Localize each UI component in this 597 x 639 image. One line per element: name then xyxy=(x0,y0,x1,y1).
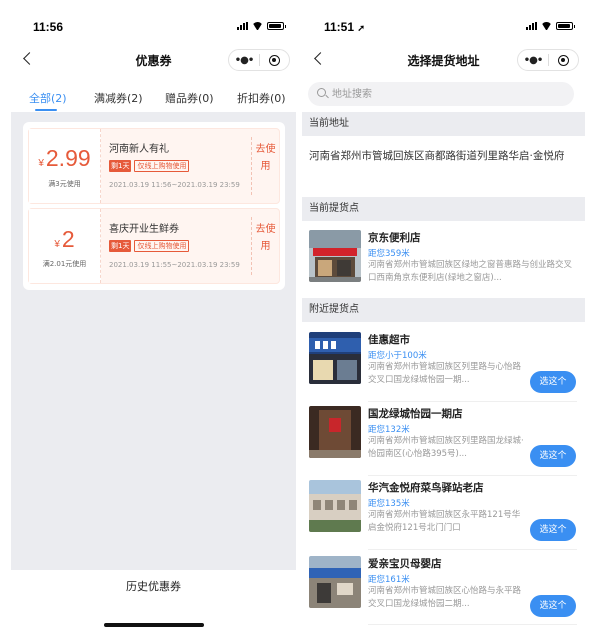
coupon-condition: 满2.01元使用 xyxy=(42,260,87,268)
store-address: 河南省郑州市管城回族区心怡路与永平路交叉口国龙绿城怡园二期... xyxy=(368,586,522,609)
tab-percent-off[interactable]: 折扣券(0) xyxy=(237,90,286,106)
system-icons xyxy=(237,22,286,30)
store-photo xyxy=(309,332,361,384)
close-miniprogram-icon[interactable] xyxy=(549,54,578,66)
coupon-list-panel: ¥2.99 满3元使用 河南新人有礼 剩1天 仅线上购物使用 2021.03.1… xyxy=(11,112,296,570)
miniprogram-capsule: •●• xyxy=(517,49,579,71)
store-name: 京东便利店 xyxy=(368,232,421,244)
status-time: 11:56 xyxy=(33,20,64,34)
coupon-tabs: 全部(2) 满减券(2) 赠品券(0) 折扣券(0) xyxy=(11,82,296,112)
tab-all[interactable]: 全部(2) xyxy=(29,90,67,106)
nearby-store-item[interactable]: 华汽金悦府菜鸟驿站老店 距您135米 河南省郑州市管城回族区永平路121号华启金… xyxy=(302,478,585,550)
use-coupon-button[interactable]: 去使用 xyxy=(251,137,279,195)
coupon-value: 2.99 xyxy=(45,145,91,171)
coupon-tags: 剩1天 仅线上购物使用 xyxy=(109,160,190,172)
battery-icon xyxy=(556,22,575,30)
miniprogram-capsule: •●• xyxy=(228,49,290,71)
store-name: 佳惠超市 xyxy=(368,334,410,346)
list-divider xyxy=(368,624,577,625)
signal-icon xyxy=(526,22,537,30)
store-photo xyxy=(309,230,361,282)
coupon-condition: 满3元使用 xyxy=(48,180,81,188)
battery-icon xyxy=(267,22,286,30)
current-pickup-header: 当前提货点 xyxy=(302,197,585,221)
nearby-pickup-header: 附近提货点 xyxy=(302,298,585,322)
store-distance: 距您359米 xyxy=(368,249,410,259)
nav-bar: 优惠券 •●• xyxy=(11,36,296,82)
store-address: 河南省郑州市管城回族区列里路与心怡路交叉口国龙绿城怡园一期... xyxy=(368,362,522,385)
coupon-card-group: ¥2.99 满3元使用 河南新人有礼 剩1天 仅线上购物使用 2021.03.1… xyxy=(23,122,285,290)
active-tab-indicator xyxy=(35,109,57,111)
coupon-amount: ¥2 xyxy=(29,226,100,253)
store-distance: 距您161米 xyxy=(368,575,410,585)
wifi-icon xyxy=(252,22,263,30)
nearby-store-item[interactable]: 爱亲宝贝母婴店 距您161米 河南省郑州市管城回族区心怡路与永平路交叉口国龙绿城… xyxy=(302,554,585,626)
coupons-screen: 11:56 优惠券 •●• 全部(2) 满减券(2) 赠品券(0) 折扣券(0)… xyxy=(11,0,296,639)
nearby-store-item[interactable]: 国龙绿城怡园一期店 距您132米 河南省郑州市管城回族区列里路国龙绿城·怡园南区… xyxy=(302,404,585,476)
status-time: 11:51 ➚ xyxy=(324,20,365,34)
coupon-amount-box: ¥2.99 满3元使用 xyxy=(29,129,101,203)
store-address: 河南省郑州市管城回族区绿地之窗普惠路与创业路交叉口西南角京东便利店(绿地之窗店)… xyxy=(368,260,573,283)
status-time-text: 11:51 xyxy=(324,20,355,34)
nearby-store-item[interactable]: 佳惠超市 距您小于100米 河南省郑州市管城回族区列里路与心怡路交叉口国龙绿城怡… xyxy=(302,330,585,402)
store-photo xyxy=(309,556,361,608)
currency-symbol: ¥ xyxy=(54,239,60,250)
tab-discount-off[interactable]: 满减券(2) xyxy=(94,90,143,106)
address-search-input[interactable] xyxy=(332,86,562,102)
expiry-badge: 剩1天 xyxy=(109,160,132,172)
coupon-card[interactable]: ¥2 满2.01元使用 喜庆开业生鲜券 剩1天 仅线上购物使用 2021.03.… xyxy=(28,208,280,284)
store-distance: 距您135米 xyxy=(368,499,410,509)
select-store-button[interactable]: 选这个 xyxy=(530,595,576,617)
current-pickup-store[interactable]: 京东便利店 距您359米 河南省郑州市管城回族区绿地之窗普惠路与创业路交叉口西南… xyxy=(302,228,585,300)
store-photo xyxy=(309,480,361,532)
system-icons xyxy=(526,22,575,30)
store-name: 国龙绿城怡园一期店 xyxy=(368,408,463,420)
coupon-validity: 2021.03.19 11:56~2021.03.19 23:59 xyxy=(109,181,240,189)
store-distance: 距您132米 xyxy=(368,425,410,435)
coupon-value: 2 xyxy=(61,226,75,252)
store-name: 爱亲宝贝母婴店 xyxy=(368,558,442,570)
coupon-name: 河南新人有礼 xyxy=(109,144,169,155)
current-address-header: 当前地址 xyxy=(302,112,585,136)
home-indicator xyxy=(103,623,204,627)
select-store-button[interactable]: 选这个 xyxy=(530,519,576,541)
currency-symbol: ¥ xyxy=(38,158,44,169)
coupon-amount: ¥2.99 xyxy=(29,145,100,172)
store-address: 河南省郑州市管城回族区列里路国龙绿城·怡园南区(心怡路395号)... xyxy=(368,436,524,459)
wifi-icon xyxy=(541,22,552,30)
list-divider xyxy=(368,475,577,476)
store-address: 河南省郑州市管城回族区永平路121号华启金悦府121号北门门口 xyxy=(368,510,521,533)
store-distance: 距您小于100米 xyxy=(368,351,427,361)
current-address-text: 河南省郑州市管城回族区商都路街道列里路华启·金悦府 xyxy=(309,150,565,162)
nav-bar: 选择提货地址 •●• xyxy=(302,36,585,82)
status-bar: 11:56 xyxy=(11,0,296,36)
store-photo xyxy=(309,406,361,458)
select-store-button[interactable]: 选这个 xyxy=(530,371,576,393)
select-store-button[interactable]: 选这个 xyxy=(530,445,576,467)
close-miniprogram-icon[interactable] xyxy=(260,54,289,66)
search-icon xyxy=(317,88,326,97)
coupon-card[interactable]: ¥2.99 满3元使用 河南新人有礼 剩1天 仅线上购物使用 2021.03.1… xyxy=(28,128,280,204)
coupon-tags: 剩1天 仅线上购物使用 xyxy=(109,240,190,252)
expiry-badge: 剩1天 xyxy=(109,240,132,252)
online-only-badge: 仅线上购物使用 xyxy=(134,240,190,252)
status-bar: 11:51 ➚ xyxy=(302,0,585,36)
coupon-amount-box: ¥2 满2.01元使用 xyxy=(29,209,101,283)
use-coupon-button[interactable]: 去使用 xyxy=(251,217,279,275)
history-coupons-link[interactable]: 历史优惠券 xyxy=(11,578,296,594)
list-divider xyxy=(368,549,577,550)
store-name: 华汽金悦府菜鸟驿站老店 xyxy=(368,482,484,494)
location-arrow-icon: ➚ xyxy=(357,23,365,33)
more-icon[interactable]: •●• xyxy=(229,55,259,66)
list-divider xyxy=(368,401,577,402)
address-search-bar[interactable] xyxy=(308,82,574,106)
more-icon[interactable]: •●• xyxy=(518,55,548,66)
pickup-address-screen: 11:51 ➚ 选择提货地址 •●• 当前地址 河南省郑州市管城回族区商都路街道… xyxy=(302,0,585,639)
coupon-name: 喜庆开业生鲜券 xyxy=(109,224,179,235)
signal-icon xyxy=(237,22,248,30)
online-only-badge: 仅线上购物使用 xyxy=(134,160,190,172)
tab-gift[interactable]: 赠品券(0) xyxy=(165,90,214,106)
coupon-validity: 2021.03.19 11:55~2021.03.19 23:59 xyxy=(109,261,240,269)
